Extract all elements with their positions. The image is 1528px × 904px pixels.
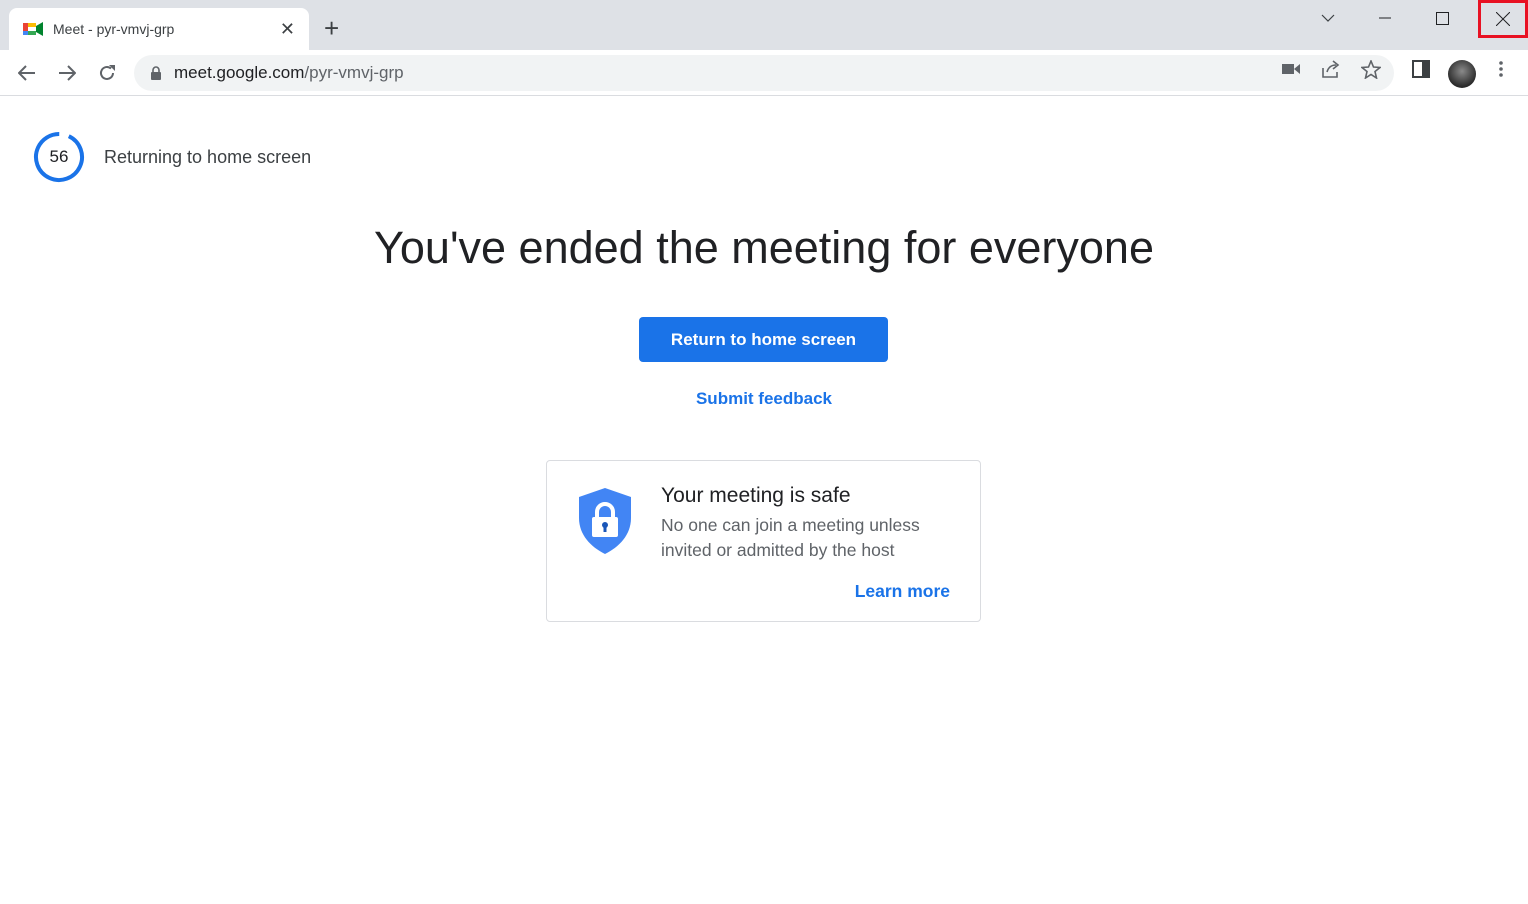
lock-icon[interactable] [150,66,162,80]
learn-more-link[interactable]: Learn more [855,581,950,602]
back-arrow-icon[interactable] [12,58,42,88]
profile-avatar[interactable] [1448,60,1476,88]
page-title: You've ended the meeting for everyone [374,222,1154,273]
browser-tab[interactable]: Meet - pyr-vmvj-grp ✕ [9,8,309,50]
side-panel-icon[interactable] [1410,58,1432,80]
card-body: No one can join a meeting unless invited… [661,515,920,560]
tab-search-chevron-down-icon[interactable] [1300,0,1356,36]
bookmark-star-icon[interactable] [1360,58,1382,80]
reload-icon[interactable] [92,58,122,88]
return-home-button[interactable]: Return to home screen [639,317,888,362]
window-maximize-button[interactable] [1414,0,1470,36]
new-tab-button[interactable]: + [324,14,339,42]
returning-text: Returning to home screen [104,147,312,167]
tab-close-icon[interactable]: ✕ [280,19,295,40]
submit-feedback-text[interactable]: Submit feedback [696,389,832,408]
browser-toolbar: meet.google.com/pyr-vmvj-grp [0,50,1528,96]
submit-feedback-link[interactable]: Submit feedback [0,389,1528,409]
shield-lock-icon [579,488,631,554]
more-menu-icon[interactable] [1490,58,1512,80]
window-close-button[interactable] [1478,0,1528,38]
card-title: Your meeting is safe [661,484,851,507]
forward-arrow-icon[interactable] [52,58,82,88]
tab-title: Meet - pyr-vmvj-grp [53,21,175,37]
share-icon[interactable] [1320,58,1342,80]
countdown-timer: 56 [33,131,85,183]
countdown-value: 56 [49,147,69,166]
meeting-safe-card: Your meeting is safe No one can join a m… [546,460,981,622]
camera-icon[interactable] [1280,58,1302,80]
tab-strip: Meet - pyr-vmvj-grp ✕ + [0,0,1528,50]
google-meet-icon [23,22,43,36]
window-minimize-button[interactable] [1357,0,1413,36]
address-bar[interactable]: meet.google.com/pyr-vmvj-grp [134,55,1394,91]
url-text[interactable]: meet.google.com/pyr-vmvj-grp [174,63,404,83]
